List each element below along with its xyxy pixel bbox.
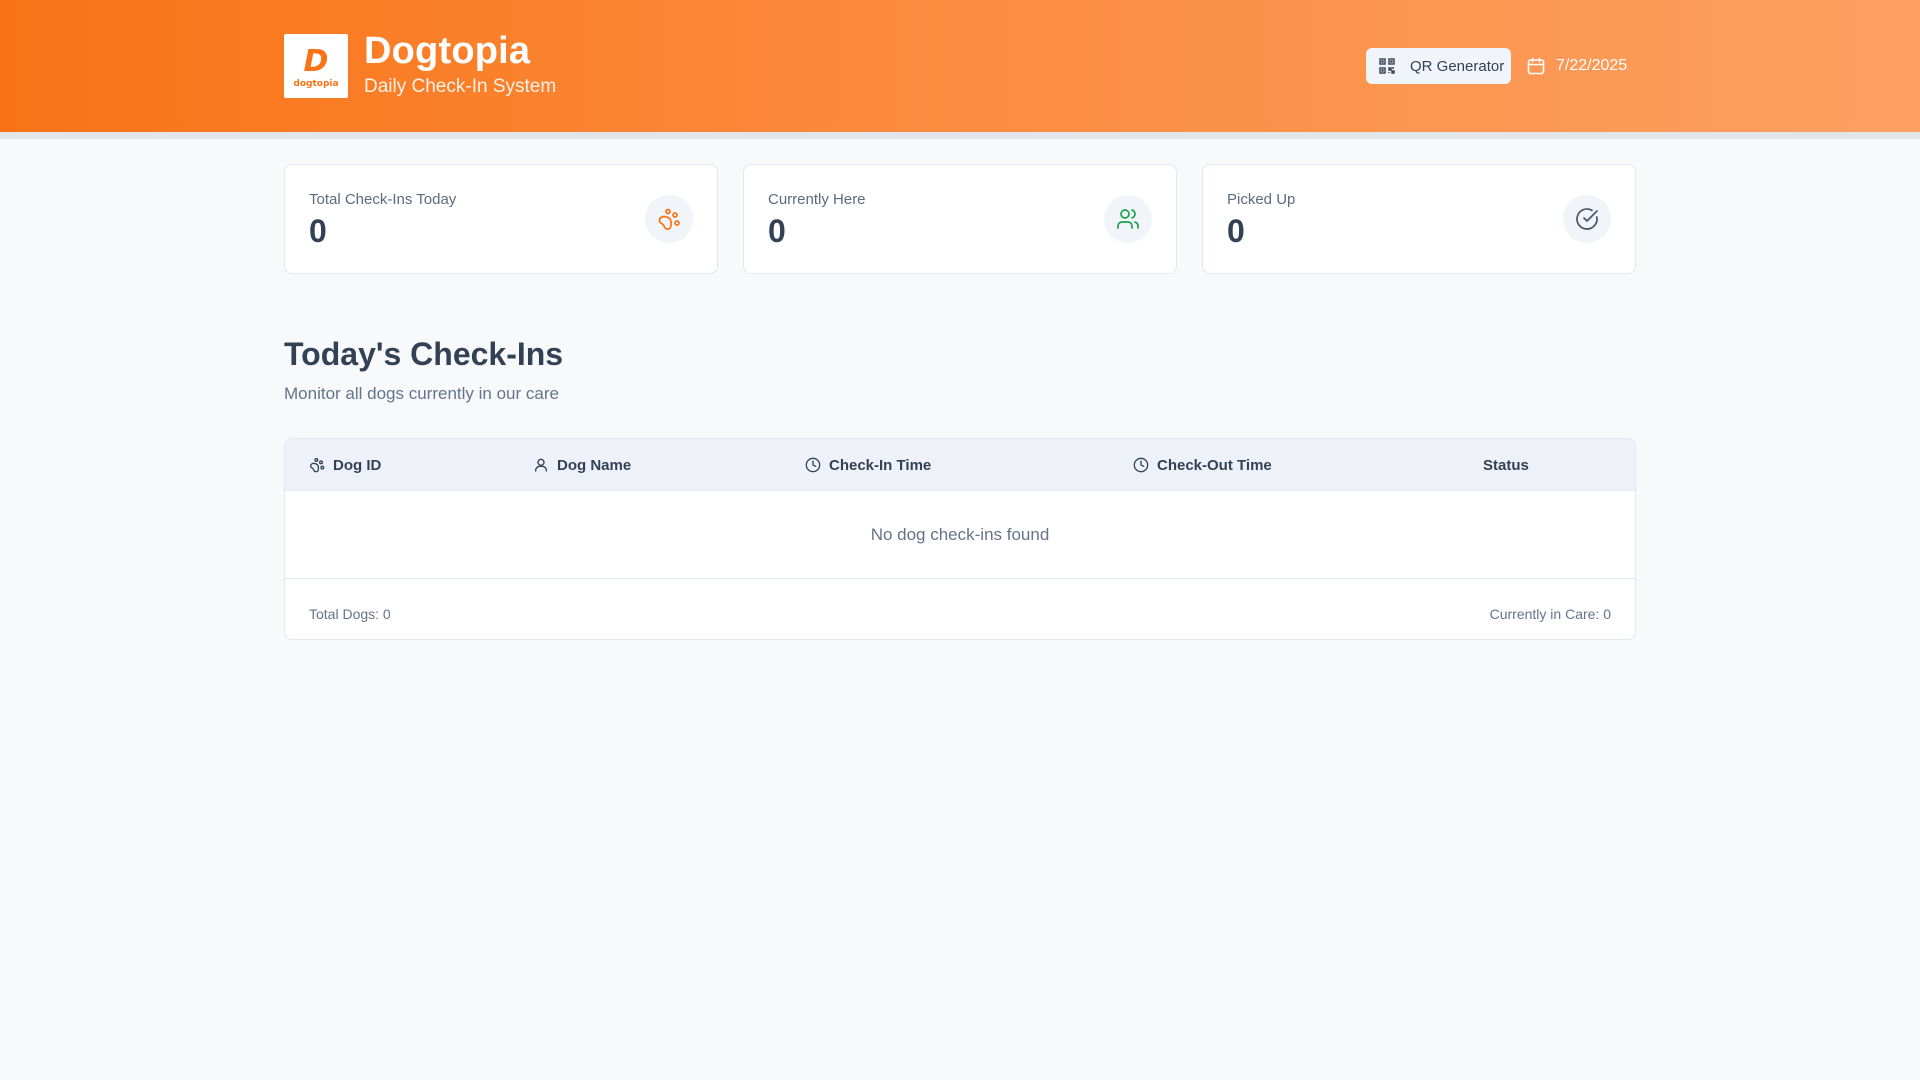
section-subtitle: Monitor all dogs currently in our care bbox=[284, 384, 559, 403]
column-header-check-out-time[interactable]: Check-Out Time bbox=[1133, 439, 1272, 491]
app-header: D dogtopia Dogtopia Daily Check-In Syste… bbox=[0, 0, 1920, 132]
stat-value: 0 bbox=[1227, 213, 1245, 249]
table-header: Dog ID Dog Name Check-In Time Check-Out … bbox=[285, 439, 1635, 491]
app-title: Dogtopia bbox=[364, 30, 531, 72]
stat-card-total-checkins: Total Check-Ins Today 0 bbox=[284, 164, 718, 274]
currently-in-care-count: Currently in Care: 0 bbox=[1489, 606, 1611, 622]
stat-card-currently-here: Currently Here 0 bbox=[743, 164, 1177, 274]
column-label: Dog Name bbox=[557, 456, 632, 474]
clock-icon bbox=[805, 457, 821, 473]
qr-code-icon bbox=[1379, 58, 1395, 74]
header-divider bbox=[0, 132, 1920, 139]
check-circle-icon bbox=[1563, 195, 1611, 243]
qr-generator-label: QR Generator bbox=[1410, 57, 1505, 75]
column-header-status[interactable]: Status bbox=[1483, 439, 1529, 491]
logo-mark: D bbox=[303, 44, 329, 79]
calendar-icon bbox=[1526, 56, 1546, 76]
app-subtitle: Daily Check-In System bbox=[364, 76, 557, 97]
column-header-check-in-time[interactable]: Check-In Time bbox=[805, 439, 931, 491]
checkins-table: Dog ID Dog Name Check-In Time Check-Out … bbox=[284, 438, 1636, 640]
empty-state-message: No dog check-ins found bbox=[285, 491, 1635, 579]
stat-value: 0 bbox=[768, 213, 786, 249]
column-header-dog-id[interactable]: Dog ID bbox=[309, 439, 381, 491]
dogtopia-logo[interactable]: D dogtopia bbox=[284, 34, 348, 98]
user-icon bbox=[533, 457, 549, 473]
logo-wordmark: dogtopia bbox=[293, 79, 339, 89]
column-header-dog-name[interactable]: Dog Name bbox=[533, 439, 631, 491]
stat-label: Total Check-Ins Today bbox=[309, 191, 457, 208]
stat-label: Currently Here bbox=[768, 191, 866, 208]
column-label: Check-Out Time bbox=[1157, 456, 1272, 474]
clock-icon bbox=[1133, 457, 1149, 473]
column-label: Check-In Time bbox=[829, 456, 932, 474]
column-label: Dog ID bbox=[333, 456, 382, 474]
stat-card-picked-up: Picked Up 0 bbox=[1202, 164, 1636, 274]
total-dogs-count: Total Dogs: 0 bbox=[309, 606, 391, 622]
section-title: Today's Check-Ins bbox=[284, 336, 564, 372]
users-icon bbox=[1104, 195, 1152, 243]
column-label: Status bbox=[1483, 456, 1529, 474]
current-date: 7/22/2025 bbox=[1526, 54, 1627, 78]
stat-value: 0 bbox=[309, 213, 327, 249]
qr-generator-button[interactable]: QR Generator bbox=[1366, 48, 1511, 84]
paw-icon bbox=[645, 195, 693, 243]
stat-label: Picked Up bbox=[1227, 191, 1296, 208]
date-text: 7/22/2025 bbox=[1556, 57, 1628, 74]
paw-icon bbox=[309, 457, 325, 473]
